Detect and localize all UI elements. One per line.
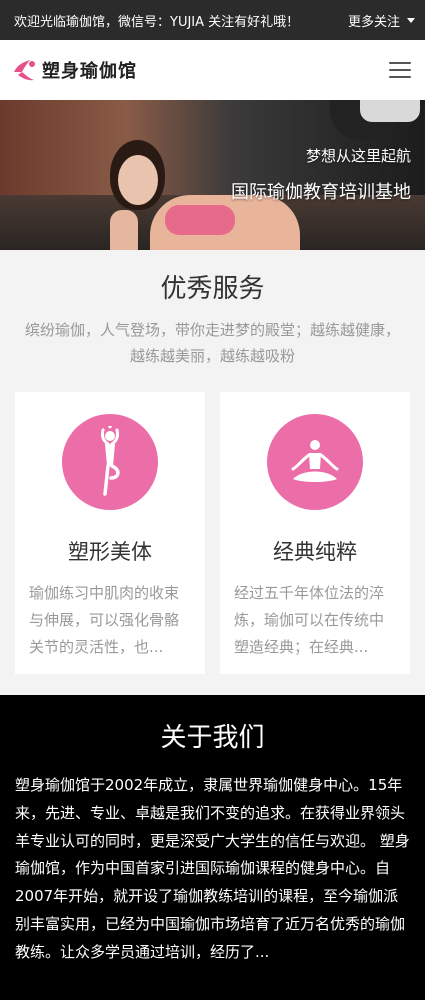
about-section: 关于我们 塑身瑜伽馆于2002年成立，隶属世界瑜伽健身中心。15年来，先进、专业… [0,695,425,1000]
menu-icon[interactable] [389,62,411,78]
service-cards: 塑形美体 瑜伽练习中肌肉的收束与伸展，可以强化骨骼关节的灵活性，也... 经典纯… [15,391,410,674]
service-card-title: 塑形美体 [68,539,152,564]
meditation-icon [291,439,339,482]
service-card-text: 经过五千年体位法的淬炼，瑜伽可以在传统中塑造经典；在经典... [234,583,385,656]
more-follow-dropdown[interactable]: 更多关注 [348,11,415,30]
service-card[interactable]: 经典纯粹 经过五千年体位法的淬炼，瑜伽可以在传统中塑造经典；在经典... [220,391,410,674]
services-section: 优秀服务 缤纷瑜伽，人气登场，带你走进梦的殿堂；越练越健康，越练越美丽，越练越吸… [0,250,425,694]
about-title: 关于我们 [160,723,265,753]
hero-banner: 梦想从这里起航 国际瑜伽教育培训基地 [0,100,425,250]
service-icon-circle [62,413,158,510]
yoga-pose-icon [101,425,120,496]
services-title: 优秀服务 [160,274,265,304]
banner-figure-arm [110,210,138,250]
banner-figure-top [165,205,235,235]
brand-name: 塑身瑜伽馆 [42,61,137,82]
navbar: 塑身瑜伽馆 [0,40,425,100]
service-icon-circle [267,413,363,510]
services-description: 缤纷瑜伽，人气登场，带你走进梦的殿堂；越练越健康，越练越美丽，越练越吸粉 [24,321,400,366]
caret-down-icon [407,17,415,23]
logo-icon [14,60,35,81]
more-follow-label: 更多关注 [347,14,400,30]
service-card-title: 经典纯粹 [273,539,357,564]
site-logo[interactable]: 塑身瑜伽馆 [10,56,137,84]
about-text: 塑身瑜伽馆于2002年成立，隶属世界瑜伽健身中心。15年来，先进、专业、卓越是我… [15,776,410,961]
banner-figure-face [118,155,158,205]
top-bar: 欢迎光临瑜伽馆，微信号：YUJIA 关注有好礼哦！ 更多关注 [0,0,425,40]
banner-line-2: 国际瑜伽教育培训基地 [231,182,411,203]
welcome-text: 欢迎光临瑜伽馆，微信号：YUJIA 关注有好礼哦！ [14,14,300,30]
service-card[interactable]: 塑形美体 瑜伽练习中肌肉的收束与伸展，可以强化骨骼关节的灵活性，也... [15,391,205,674]
banner-line-1: 梦想从这里起航 [305,147,411,165]
service-card-text: 瑜伽练习中肌肉的收束与伸展，可以强化骨骼关节的灵活性，也... [29,583,180,656]
banner-figure-shoe [360,100,420,122]
